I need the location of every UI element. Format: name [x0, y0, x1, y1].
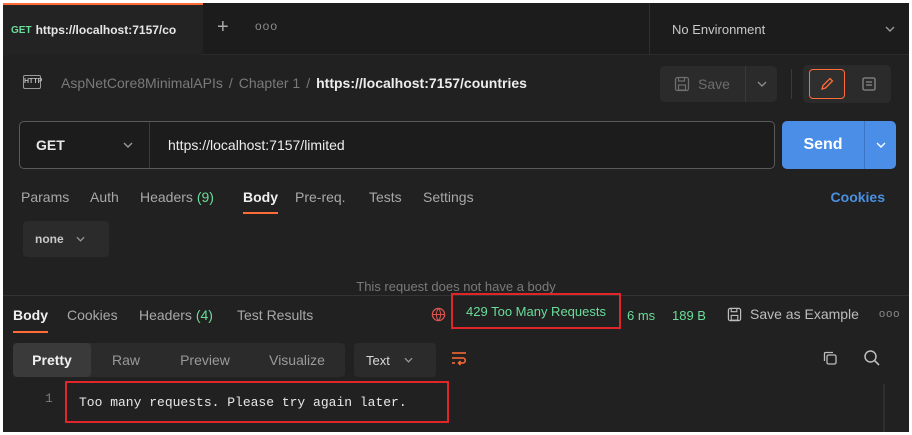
wrap-lines-icon[interactable]: [449, 349, 469, 374]
documentation-button[interactable]: [853, 69, 885, 99]
body-type-label: none: [35, 232, 64, 246]
method-select[interactable]: GET: [20, 122, 150, 168]
format-select[interactable]: Text: [354, 343, 436, 377]
response-tab-cookies-label: Cookies: [67, 307, 118, 323]
breadcrumb: AspNetCore8MinimalAPIs / Chapter 1 / https:/…: [61, 75, 527, 91]
response-body-text: Too many requests. Please try again late…: [79, 394, 407, 410]
copy-icon[interactable]: [822, 350, 838, 371]
tab-settings-label: Settings: [423, 189, 474, 205]
breadcrumb-bar: HTTP AspNetCore8MinimalAPIs / Chapter 1 / ht…: [3, 55, 909, 111]
url-input[interactable]: [168, 122, 758, 168]
request-tab-method: GET: [11, 24, 32, 36]
breadcrumb-current[interactable]: https://localhost:7157/countries: [316, 75, 527, 91]
scrollbar[interactable]: [883, 384, 885, 432]
response-tab-headers-count: (4): [195, 307, 213, 323]
toolbar-divider: [791, 69, 792, 99]
environment-label: No Environment: [672, 21, 766, 37]
view-tab-pretty[interactable]: Pretty: [13, 343, 91, 377]
tab-body[interactable]: Body: [243, 189, 278, 214]
tab-auth-label: Auth: [90, 189, 119, 205]
response-tab-body-label: Body: [13, 307, 48, 323]
environment-selector[interactable]: No Environment: [649, 3, 909, 55]
format-label: Text: [366, 352, 390, 368]
tab-body-label: Body: [243, 189, 278, 205]
tab-auth[interactable]: Auth: [90, 189, 119, 205]
response-tab-body[interactable]: Body: [13, 307, 48, 333]
chevron-down-icon[interactable]: [746, 78, 777, 90]
network-globe-icon[interactable]: [431, 307, 446, 326]
tab-bar: GET https://localhost:7157/co + ooo No E…: [3, 3, 909, 55]
search-icon[interactable]: [863, 349, 881, 372]
response-tab-test-results[interactable]: Test Results: [237, 307, 313, 323]
response-tab-headers[interactable]: Headers (4): [139, 307, 213, 323]
method-label: GET: [36, 137, 65, 153]
new-tab-button[interactable]: +: [217, 17, 229, 37]
tab-settings[interactable]: Settings: [423, 189, 474, 205]
response-tab-test-results-label: Test Results: [237, 307, 314, 323]
response-size[interactable]: 189 B: [672, 308, 706, 323]
chevron-down-icon[interactable]: [864, 121, 896, 169]
http-request-icon: HTTP: [23, 75, 42, 89]
more-tabs-button[interactable]: ooo: [255, 19, 278, 33]
response-tab-headers-label: Headers: [139, 307, 192, 323]
chevron-down-icon: [123, 139, 133, 151]
view-tab-raw[interactable]: Raw: [97, 343, 155, 377]
save-as-example-button[interactable]: Save as Example: [727, 306, 859, 322]
status-badge[interactable]: 429 Too Many Requests: [451, 293, 621, 329]
request-tab-url: https://localhost:7157/co: [35, 23, 177, 37]
save-button[interactable]: Save: [660, 66, 777, 102]
chevron-down-icon: [404, 355, 413, 366]
view-mode-tabs: Pretty Raw Preview Visualize: [13, 343, 345, 377]
no-body-message: This request does not have a body: [356, 279, 556, 294]
breadcrumb-collection[interactable]: AspNetCore8MinimalAPIs: [61, 75, 223, 91]
save-label: Save: [698, 76, 730, 92]
breadcrumb-separator: /: [306, 75, 311, 91]
response-tab-cookies[interactable]: Cookies: [67, 307, 118, 323]
tab-headers-label: Headers: [140, 189, 193, 205]
document-icon: [862, 77, 876, 91]
tab-tests-label: Tests: [369, 189, 402, 205]
response-body-line[interactable]: Too many requests. Please try again late…: [65, 381, 449, 423]
view-tab-visualize[interactable]: Visualize: [253, 343, 341, 377]
tab-params-label: Params: [21, 189, 70, 205]
save-as-example-label: Save as Example: [750, 306, 859, 322]
breadcrumb-separator: /: [228, 75, 233, 91]
send-label: Send: [803, 136, 843, 153]
save-icon: [674, 76, 690, 92]
response-time[interactable]: 6 ms: [627, 308, 655, 323]
response-body-editor[interactable]: 1 Too many requests. Please try again la…: [3, 381, 909, 432]
tab-params[interactable]: Params: [21, 189, 69, 205]
chevron-down-icon: [885, 26, 895, 32]
pencil-icon: [821, 77, 834, 90]
request-tabs: Params Auth Headers (9) Body Pre-req. Te…: [3, 183, 909, 219]
cookies-link[interactable]: Cookies: [831, 189, 885, 205]
response-more-button[interactable]: ooo: [879, 308, 900, 320]
view-tab-preview[interactable]: Preview: [165, 343, 245, 377]
postman-window: GET https://localhost:7157/co + ooo No E…: [3, 3, 909, 432]
breadcrumb-folder[interactable]: Chapter 1: [239, 75, 300, 91]
edit-toggle-group: [803, 65, 891, 103]
request-tab[interactable]: GET https://localhost:7157/co: [3, 3, 203, 55]
body-type-select[interactable]: none: [23, 221, 109, 257]
tab-headers-count: (9): [196, 189, 214, 205]
tab-pre-request-label: Pre-req.: [295, 189, 346, 205]
line-number: 1: [45, 391, 53, 406]
tab-tests[interactable]: Tests: [369, 189, 402, 205]
chevron-down-icon: [76, 234, 85, 245]
save-icon: [727, 307, 742, 321]
request-url-bar: GET: [19, 121, 775, 169]
tab-pre-request[interactable]: Pre-req.: [295, 189, 346, 205]
tab-headers[interactable]: Headers (9): [140, 189, 214, 205]
send-button[interactable]: Send: [782, 121, 896, 169]
edit-button[interactable]: [809, 69, 845, 99]
